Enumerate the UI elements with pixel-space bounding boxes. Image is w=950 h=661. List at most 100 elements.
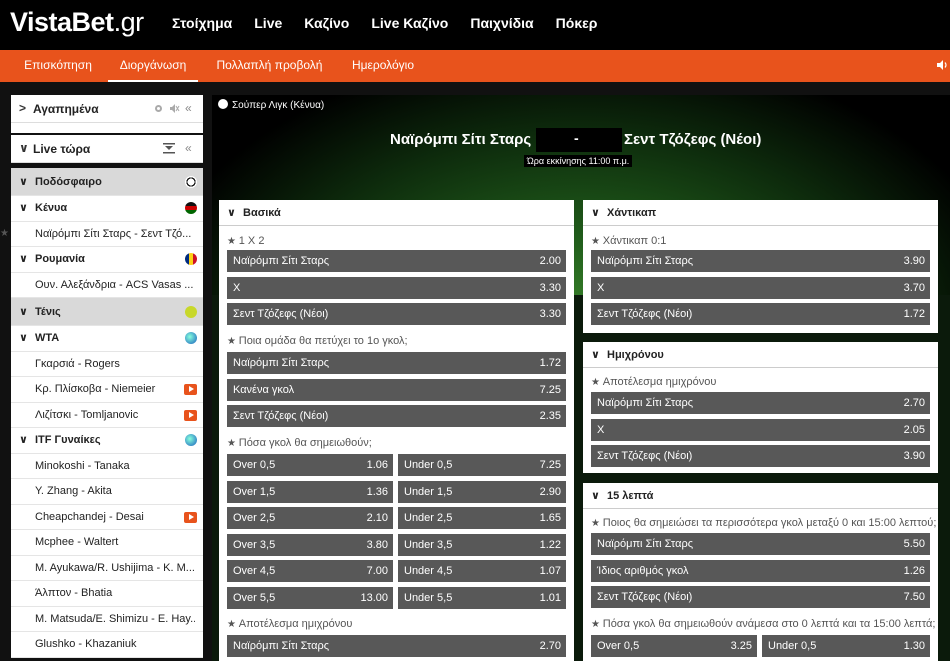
tab-calendar[interactable]: Ημερολόγιο [345, 50, 421, 80]
star-icon[interactable]: ★ [227, 619, 239, 630]
sidebar-event-item[interactable]: M. Ayukawa/R. Ushijima - K. M... [11, 555, 203, 581]
odds-button[interactable]: Over 3,5 3.80 [227, 533, 393, 556]
panel-header-main[interactable]: ∨ Βασικά [219, 200, 574, 226]
selection-name: Under 4,5 [404, 565, 453, 577]
odds-button[interactable]: Σεντ Τζόζεφς (Νέοι) 7.50 [591, 586, 930, 608]
odds-button[interactable]: Σεντ Τζόζεφς (Νέοι) 1.72 [591, 303, 930, 325]
sidebar-event-item[interactable]: Λιζίτσκι - Tomljanovic [11, 402, 203, 428]
nav-poker[interactable]: Πόκερ [556, 0, 598, 50]
odds-button[interactable]: Over 2,5 2.10 [227, 507, 393, 529]
logo[interactable]: VistaBet.gr [10, 6, 144, 38]
nav-casino[interactable]: Καζίνο [304, 0, 349, 50]
market-title: ★ Αποτέλεσμα ημιχρόνου [227, 618, 352, 630]
selection-name: Ναϊρόμπι Σίτι Σταρς [233, 255, 330, 267]
tab-competition[interactable]: Διοργάνωση [108, 50, 198, 82]
odds-button[interactable]: Κανένα γκολ 7.25 [227, 378, 566, 401]
sidebar-sport-item[interactable]: ∨ Τένις [11, 298, 203, 326]
star-icon[interactable]: ★ [227, 336, 239, 347]
odds-button[interactable]: Ναϊρόμπι Σίτι Σταρς 3.90 [591, 250, 930, 272]
odds-button[interactable]: Σεντ Τζόζεφς (Νέοι) 2.35 [227, 405, 566, 427]
nav-live-casino[interactable]: Live Καζίνο [371, 0, 448, 50]
collapse-icon[interactable]: « [185, 141, 192, 155]
selection-name: Under 0,5 [404, 459, 453, 471]
sidebar-event-item[interactable]: Glushko - Khazaniuk [11, 632, 203, 658]
sidebar-league-item[interactable]: ∨ Κένυα [11, 196, 203, 222]
sidebar-event-item[interactable]: Άλπτον - Bhatia [11, 581, 203, 607]
sidebar-item-label: Cheapchandej - Desai [35, 510, 144, 523]
star-icon[interactable]: ★ [0, 228, 9, 239]
mute-icon[interactable] [169, 103, 180, 114]
odds-button[interactable]: Ναϊρόμπι Σίτι Σταρς 2.70 [227, 635, 566, 657]
odds-button[interactable]: Σεντ Τζόζεφς (Νέοι) 3.90 [591, 445, 930, 467]
odds-button[interactable]: X 3.30 [227, 276, 566, 299]
live-now-header[interactable]: ∨ Live τώρα « [11, 135, 203, 163]
nav-betting[interactable]: Στοίχημα [172, 0, 232, 50]
odds-button[interactable]: Under 4,5 1.07 [398, 560, 566, 582]
panel-header-halftime[interactable]: ∨ Ημιχρόνου [583, 342, 938, 368]
market-title: ★ Ποιος θα σημειώσει τα περισσότερα γκολ… [591, 517, 936, 529]
sidebar-event-item[interactable]: Mcphee - Waltert [11, 530, 203, 556]
star-icon[interactable]: ★ [227, 438, 239, 449]
odds-button[interactable]: Under 3,5 1.22 [398, 533, 566, 556]
star-icon[interactable]: ★ [591, 619, 603, 630]
odds-button[interactable]: Σεντ Τζόζεφς (Νέοι) 3.30 [227, 303, 566, 325]
gear-icon[interactable] [153, 103, 164, 114]
speaker-icon[interactable] [936, 59, 948, 71]
sidebar-event-item[interactable]: Γκαρσιά - Rogers [11, 351, 203, 377]
odds-button[interactable]: Under 0,5 1.30 [762, 635, 930, 657]
nav-games[interactable]: Παιχνίδια [470, 0, 533, 50]
sidebar-sport-item[interactable]: ∨ Ποδόσφαιρο [11, 168, 203, 196]
live-stream-icon[interactable] [184, 409, 197, 421]
star-icon[interactable]: ★ [227, 236, 239, 247]
selection-name: Over 4,5 [233, 565, 276, 577]
odds-button[interactable]: X 2.05 [591, 418, 930, 441]
odds-button[interactable]: Ναϊρόμπι Σίτι Σταρς 1.72 [227, 352, 566, 374]
market-title-text: Ποιος θα σημειώσει τα περισσότερα γκολ μ… [602, 517, 937, 529]
sidebar-item-label: WTA [35, 332, 60, 344]
star-icon[interactable]: ★ [591, 377, 603, 388]
sidebar-league-item[interactable]: ∨ ITF Γυναίκες [11, 428, 203, 454]
chevron-down-icon: ∨ [591, 207, 600, 219]
sidebar-event-item[interactable]: Y. Zhang - Akita [11, 479, 203, 505]
odds-button[interactable]: Over 4,5 7.00 [227, 560, 393, 582]
panel-header-15min[interactable]: ∨ 15 λεπτά [583, 483, 938, 509]
star-icon[interactable]: ★ [591, 236, 603, 247]
odds-button[interactable]: Over 0,5 3.25 [591, 635, 757, 657]
tab-multiview[interactable]: Πολλαπλή προβολή [212, 50, 327, 80]
tab-overview[interactable]: Επισκόπηση [18, 50, 98, 80]
odds-button[interactable]: Under 0,5 7.25 [398, 454, 566, 476]
sidebar-event-item[interactable]: Cheapchandej - Desai [11, 504, 203, 530]
sidebar-event-item[interactable]: M. Matsuda/E. Shimizu - E. Hay... [11, 606, 203, 632]
sidebar-league-item[interactable]: ∨ Ρουμανία [11, 247, 203, 273]
live-stream-icon[interactable] [184, 511, 197, 523]
odds-button[interactable]: Ναϊρόμπι Σίτι Σταρς 2.70 [591, 392, 930, 414]
odds-button[interactable]: Under 5,5 1.01 [398, 586, 566, 609]
panel-header-handicap[interactable]: ∨ Χάντικαπ [583, 200, 938, 226]
sidebar-event-item[interactable]: Ναϊρόμπι Σίτι Σταρς - Σεντ Τζό... [11, 221, 203, 247]
odds-button[interactable]: Ναϊρόμπι Σίτι Σταρς 2.00 [227, 250, 566, 272]
odds-button[interactable]: Over 1,5 1.36 [227, 480, 393, 503]
market-title-text: 1 X 2 [238, 235, 265, 247]
nav-live[interactable]: Live [254, 0, 282, 50]
odds-button[interactable]: Ίδιος αριθμός γκολ 1.26 [591, 559, 930, 582]
odds-button[interactable]: Under 2,5 1.65 [398, 507, 566, 529]
star-icon[interactable]: ★ [591, 518, 603, 529]
favorites-header[interactable]: > Αγαπημένα « [11, 95, 203, 123]
odds-button[interactable]: Under 1,5 2.90 [398, 480, 566, 503]
sidebar-league-item[interactable]: ∨ WTA [11, 326, 203, 352]
odds-button[interactable]: Ναϊρόμπι Σίτι Σταρς 5.50 [591, 533, 930, 555]
sidebar-event-item[interactable]: Ουν. Αλεξάνδρια - ACS Vasas ... [11, 272, 203, 298]
odds-button[interactable]: Over 0,5 1.06 [227, 454, 393, 476]
selection-name: Over 5,5 [233, 591, 276, 604]
sidebar-event-item[interactable]: Minokoshi - Tanaka [11, 453, 203, 479]
odds-button[interactable]: X 3.70 [591, 276, 930, 299]
live-stream-icon[interactable] [184, 384, 197, 395]
filter-icon[interactable] [163, 143, 175, 154]
sidebar-item-label: Κρ. Πλίσκοβα - Niemeier [35, 383, 156, 395]
odds-button[interactable]: Over 5,5 13.00 [227, 586, 393, 609]
selection-name: Over 0,5 [597, 640, 640, 652]
collapse-icon[interactable]: « [185, 101, 192, 115]
sidebar-event-item[interactable]: Κρ. Πλίσκοβα - Niemeier [11, 377, 203, 403]
market-panel-main: ∨ Βασικά ★ 1 X 2 Ναϊρόμπι Σίτι Σταρς 2.00 X… [219, 200, 574, 661]
panel-title: Βασικά [243, 207, 281, 219]
